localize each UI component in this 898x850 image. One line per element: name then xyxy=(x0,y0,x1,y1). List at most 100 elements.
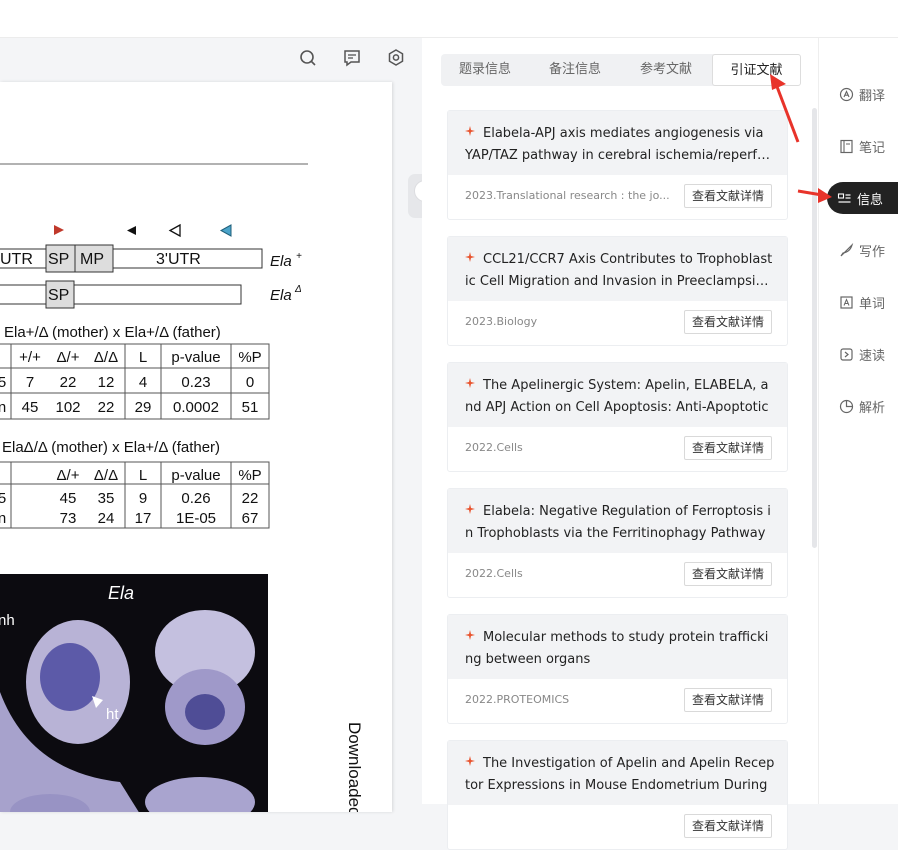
panel-tabs: 题录信息 备注信息 参考文献 引证文献 xyxy=(441,54,801,86)
box-label: SP xyxy=(48,251,69,268)
view-details-button[interactable]: 查看文献详情 xyxy=(684,814,772,838)
triangle-marker xyxy=(168,223,181,238)
tab-bibliographic-info[interactable]: 题录信息 xyxy=(441,54,529,86)
citation-panel: 题录信息 备注信息 参考文献 引证文献 Elabela-APJ axis med… xyxy=(422,38,818,850)
pdf-icon xyxy=(465,126,475,136)
label-nh: nh xyxy=(0,612,15,629)
box-label: SP xyxy=(48,287,69,304)
table-cell: 22 xyxy=(242,490,259,507)
comment-icon[interactable] xyxy=(341,47,363,69)
citation-title[interactable]: The Investigation of Apelin and Apelin R… xyxy=(465,753,775,797)
cross-label-2: ElaΔ/Δ (mother) x Ela+/Δ (father) xyxy=(2,439,220,456)
table-cell: 51 xyxy=(242,399,259,416)
table-header-cell: Δ/+ xyxy=(57,467,80,484)
tab-references[interactable]: 参考文献 xyxy=(621,54,711,86)
citation-card-header: The Investigation of Apelin and Apelin R… xyxy=(448,741,787,805)
box-label: UTR xyxy=(0,251,33,268)
word-icon xyxy=(840,295,853,309)
table-cell: n xyxy=(0,510,6,527)
view-details-button[interactable]: 查看文献详情 xyxy=(684,436,772,460)
citation-title[interactable]: Elabela-APJ axis mediates angiogenesis v… xyxy=(465,123,775,167)
citation-title[interactable]: The Apelinergic System: Apelin, ELABELA,… xyxy=(465,375,775,419)
tool-label: 写作 xyxy=(859,244,886,260)
search-icon[interactable] xyxy=(297,47,319,69)
triangle-marker xyxy=(54,225,64,235)
table-cell: 24 xyxy=(98,510,115,527)
table-header-cell: Δ/Δ xyxy=(94,349,118,366)
citation-meta: 2023.Translational research : the jo... xyxy=(465,189,670,202)
legend-ela-plus: Ela xyxy=(270,253,292,270)
citation-card[interactable]: Elabela: Negative Regulation of Ferropto… xyxy=(447,488,788,598)
table-cell: 17 xyxy=(135,510,152,527)
citation-title[interactable]: CCL21/CCR7 Axis Contributes to Trophobla… xyxy=(465,249,775,293)
tool-label: 单词 xyxy=(859,296,886,312)
tool-notes[interactable]: 笔记 xyxy=(839,131,898,161)
tool-translate[interactable]: 翻译 xyxy=(839,79,898,109)
pdf-page: UTR SP MP 3'UTR Ela + SP Ela Δ Ela+/Δ (m… xyxy=(0,82,392,812)
citation-title-text: Elabela: Negative Regulation of Ferropto… xyxy=(465,504,771,541)
table-cell: n xyxy=(0,399,6,416)
viewer-toolbar xyxy=(0,38,422,80)
citation-card-header: Elabela: Negative Regulation of Ferropto… xyxy=(448,489,787,553)
citation-meta: 2022.Cells xyxy=(465,441,523,454)
table-cell: 0 xyxy=(246,374,254,391)
citation-card[interactable]: The Apelinergic System: Apelin, ELABELA,… xyxy=(447,362,788,472)
table-cell: 0.0002 xyxy=(173,399,219,416)
view-details-button[interactable]: 查看文献详情 xyxy=(684,688,772,712)
tool-label: 解析 xyxy=(859,400,886,416)
citation-card[interactable]: The Investigation of Apelin and Apelin R… xyxy=(447,740,788,850)
translate-icon xyxy=(839,87,854,101)
document-viewer: UTR SP MP 3'UTR Ela + SP Ela Δ Ela+/Δ (m… xyxy=(0,38,436,812)
table-header-cell: L xyxy=(139,349,147,366)
citation-title[interactable]: Molecular methods to study protein traff… xyxy=(465,627,775,671)
citation-card-header: Elabela-APJ axis mediates angiogenesis v… xyxy=(448,111,787,175)
box-label: 3'UTR xyxy=(156,251,201,268)
triangle-marker xyxy=(219,224,232,237)
feather-icon xyxy=(840,242,854,256)
tool-info[interactable]: 信息 xyxy=(827,182,898,214)
scrollbar[interactable] xyxy=(812,108,817,548)
table-cell: 67 xyxy=(242,510,259,527)
tool-analysis[interactable]: 解析 xyxy=(839,391,898,421)
genotype-table-2: Δ/+ Δ/Δ Lp-value %P 5 45 35 9 0.26 22 n 73 24 17 1E-05… xyxy=(0,467,262,527)
citation-card[interactable]: CCL21/CCR7 Axis Contributes to Trophobla… xyxy=(447,236,788,346)
table-cell: 5 xyxy=(0,490,6,507)
table-cell: 0.23 xyxy=(181,374,210,391)
tool-label: 翻译 xyxy=(859,88,886,104)
citation-card[interactable]: Molecular methods to study protein traff… xyxy=(447,614,788,724)
table-cell: 102 xyxy=(55,399,80,416)
tool-words[interactable]: 单词 xyxy=(839,287,898,317)
box-label: MP xyxy=(80,251,104,268)
citation-title-text: The Investigation of Apelin and Apelin R… xyxy=(465,756,775,793)
table-cell: 73 xyxy=(60,510,77,527)
tab-notes-info[interactable]: 备注信息 xyxy=(529,54,621,86)
tool-label: 速读 xyxy=(859,348,886,364)
view-details-button[interactable]: 查看文献详情 xyxy=(684,184,772,208)
table-cell: 35 xyxy=(98,490,115,507)
citation-card[interactable]: Elabela-APJ axis mediates angiogenesis v… xyxy=(447,110,788,220)
view-details-button[interactable]: 查看文献详情 xyxy=(684,310,772,334)
tool-label: 笔记 xyxy=(859,140,886,156)
citation-title-text: CCL21/CCR7 Axis Contributes to Trophobla… xyxy=(465,252,773,289)
table-cell: 9 xyxy=(139,490,147,507)
settings-icon[interactable] xyxy=(385,47,407,69)
citation-meta: 2023.Biology xyxy=(465,315,538,328)
tab-citing-literature[interactable]: 引证文献 xyxy=(712,54,801,86)
view-details-button[interactable]: 查看文献详情 xyxy=(684,562,772,586)
table-cell: 4 xyxy=(139,374,147,391)
cross-label-1: Ela+/Δ (mother) x Ela+/Δ (father) xyxy=(4,324,221,341)
pdf-icon xyxy=(465,252,475,262)
download-side-text: Downloaded f xyxy=(345,722,364,812)
tool-speed-read[interactable]: 速读 xyxy=(839,339,898,369)
table-cell: 45 xyxy=(60,490,77,507)
tool-writing[interactable]: 写作 xyxy=(839,235,898,265)
legend-ela-plus-sup: + xyxy=(296,251,302,262)
citation-title[interactable]: Elabela: Negative Regulation of Ferropto… xyxy=(465,501,775,545)
table-cell: 29 xyxy=(135,399,152,416)
table-cell: 1E-05 xyxy=(176,510,216,527)
table-header-cell: Δ/Δ xyxy=(94,467,118,484)
table-header-cell: %P xyxy=(238,467,261,484)
citation-meta: 2022.Cells xyxy=(465,567,523,580)
table-cell: 0.26 xyxy=(181,490,210,507)
tool-sidebar: 翻译 笔记 信息 写作 单词 速读 解析 xyxy=(818,38,898,804)
